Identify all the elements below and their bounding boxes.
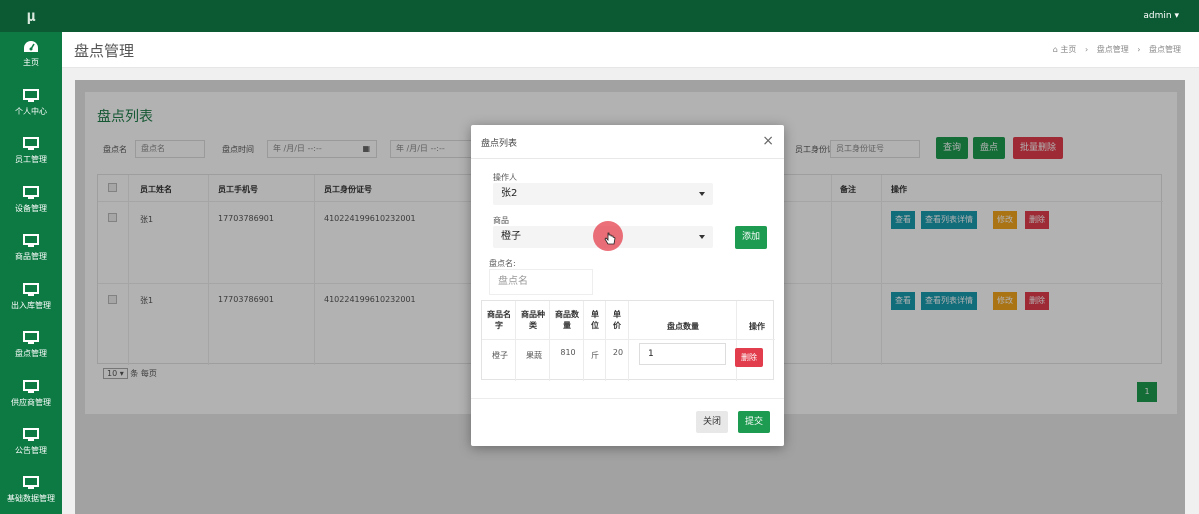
sidebar-item-inventory[interactable]: 盘点管理	[0, 323, 62, 371]
goods-label: 商品	[493, 216, 509, 225]
monitor-icon	[23, 89, 39, 102]
monitor-icon	[23, 476, 39, 489]
modal-title: 盘点列表	[481, 139, 518, 149]
sidebar-item-staff[interactable]: 员工管理	[0, 129, 62, 177]
sidebar-item-label: 公告管理	[15, 446, 47, 455]
col-header-goods-category: 商品种类	[521, 310, 545, 330]
cell-unit: 斤	[591, 351, 599, 360]
name-label: 盘点名:	[489, 259, 516, 268]
col-divider	[549, 301, 550, 381]
sidebar-item-basedata[interactable]: 基础数据管理	[0, 468, 62, 514]
col-header-goods-count: 商品数量	[555, 310, 579, 330]
sidebar-item-device[interactable]: 设备管理	[0, 178, 62, 226]
goods-value: 橙子	[501, 231, 521, 242]
monitor-icon	[23, 137, 39, 150]
submit-button[interactable]: 提交	[738, 411, 771, 433]
sidebar-item-notice[interactable]: 公告管理	[0, 420, 62, 468]
close-icon[interactable]: ×	[762, 133, 774, 149]
sidebar-item-label: 主页	[23, 58, 39, 67]
col-header-op: 操作	[749, 322, 765, 331]
sidebar-item-supplier[interactable]: 供应商管理	[0, 372, 62, 420]
name-input[interactable]: 盘点名	[489, 269, 593, 295]
sidebar: 主页 个人中心 员工管理 设备管理 商品管理 出入库管理 盘点管理 供应商管理 …	[0, 32, 62, 514]
dashboard-icon	[24, 41, 38, 52]
goods-table: 商品名字 商品种类 商品数量 单位 单价 盘点数量 操作 橙子 果蔬 810 斤…	[481, 300, 775, 381]
modal-footer-divider	[471, 398, 784, 399]
chevron-right-icon: ›	[1137, 45, 1141, 54]
col-divider	[583, 301, 584, 381]
sidebar-item-label: 员工管理	[15, 155, 47, 164]
app-logo[interactable]: μ	[0, 0, 62, 32]
sidebar-item-personal[interactable]: 个人中心	[0, 81, 62, 129]
page-title: 盘点管理	[74, 42, 135, 60]
operator-value: 张2	[501, 188, 518, 199]
cell-goods-count: 810	[560, 348, 576, 357]
breadcrumb-section[interactable]: 盘点管理	[1097, 45, 1129, 54]
col-divider	[515, 301, 516, 381]
col-divider	[628, 301, 629, 381]
monitor-icon	[23, 186, 39, 199]
col-header-unit: 单位	[591, 310, 599, 330]
sidebar-item-label: 供应商管理	[11, 398, 51, 407]
monitor-icon	[23, 234, 39, 247]
page-header: 盘点管理 ⌂ 主页 › 盘点管理 › 盘点管理	[62, 32, 1199, 68]
sidebar-item-label: 设备管理	[15, 204, 47, 213]
sidebar-item-stock[interactable]: 出入库管理	[0, 275, 62, 323]
top-bar: μ admin ▾	[0, 0, 1199, 32]
chevron-down-icon	[699, 192, 705, 196]
sidebar-item-label: 盘点管理	[15, 349, 47, 358]
add-button[interactable]: 添加	[735, 226, 768, 249]
cell-goods-name: 橙子	[492, 351, 508, 360]
col-header-price: 单价	[613, 310, 621, 330]
operator-label: 操作人	[493, 173, 517, 182]
hand-cursor-icon	[604, 232, 616, 245]
row-delete-button[interactable]: 删除	[735, 348, 763, 367]
user-menu[interactable]: admin ▾	[1143, 0, 1179, 32]
inventory-modal: 盘点列表 × 操作人 张2 商品 橙子 添加 盘点名: 盘点名 商品名字 商品种…	[471, 125, 784, 446]
cell-price: 20	[612, 348, 624, 357]
sidebar-item-label: 个人中心	[15, 107, 47, 116]
sidebar-item-label: 商品管理	[15, 252, 47, 261]
cell-goods-category: 果蔬	[526, 351, 542, 360]
breadcrumb-home[interactable]: 主页	[1060, 45, 1076, 54]
monitor-icon	[23, 380, 39, 393]
col-header-check-qty: 盘点数量	[667, 322, 699, 331]
col-divider	[605, 301, 606, 381]
modal-header: 盘点列表 ×	[471, 125, 784, 159]
breadcrumb: ⌂ 主页 › 盘点管理 › 盘点管理	[1053, 44, 1181, 55]
col-header-goods-name: 商品名字	[487, 310, 511, 330]
monitor-icon	[23, 283, 39, 296]
chevron-right-icon: ›	[1084, 45, 1089, 54]
home-icon: ⌂	[1052, 45, 1058, 54]
monitor-icon	[23, 331, 39, 344]
sidebar-item-home[interactable]: 主页	[0, 32, 62, 80]
breadcrumb-current: 盘点管理	[1149, 45, 1181, 54]
operator-select[interactable]: 张2	[493, 183, 713, 205]
sidebar-item-label: 出入库管理	[11, 301, 51, 310]
check-qty-input[interactable]: 1	[639, 343, 726, 365]
close-button[interactable]: 关闭	[696, 411, 729, 433]
monitor-icon	[23, 428, 39, 441]
chevron-down-icon	[699, 235, 705, 239]
col-divider	[736, 301, 737, 381]
sidebar-item-goods[interactable]: 商品管理	[0, 226, 62, 274]
user-name: admin	[1143, 11, 1172, 21]
sidebar-item-label: 基础数据管理	[7, 494, 55, 503]
